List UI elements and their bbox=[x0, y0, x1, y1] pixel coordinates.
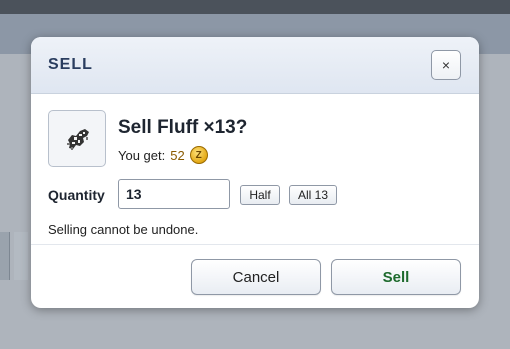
background-slot bbox=[14, 232, 28, 280]
fluff-icon bbox=[67, 128, 89, 150]
all-button[interactable]: All 13 bbox=[289, 185, 337, 205]
quantity-label: Quantity bbox=[48, 187, 105, 203]
item-title: Sell Fluff ×13? bbox=[118, 117, 248, 138]
background-slot bbox=[0, 232, 10, 280]
sell-button[interactable]: Sell bbox=[331, 259, 461, 295]
background-toolbar bbox=[0, 0, 510, 14]
quantity-input[interactable] bbox=[118, 179, 230, 209]
half-button[interactable]: Half bbox=[240, 185, 280, 205]
item-icon-frame bbox=[48, 110, 106, 167]
sell-value: You get: 52 Z bbox=[118, 146, 208, 164]
close-button[interactable]: × bbox=[431, 50, 461, 80]
close-icon: × bbox=[441, 57, 451, 73]
cancel-button[interactable]: Cancel bbox=[191, 259, 321, 295]
warning-text: Selling cannot be undone. bbox=[48, 222, 199, 237]
footer-divider bbox=[31, 244, 479, 245]
you-get-label: You get: bbox=[118, 147, 166, 163]
sell-dialog: SELL × Sell Fluff ×13? You get: 52 Z Qua… bbox=[31, 37, 479, 308]
dialog-header: SELL × bbox=[31, 37, 479, 94]
zeny-coin-icon: Z bbox=[189, 146, 208, 164]
zeny-amount: 52 bbox=[170, 147, 185, 163]
dialog-title: SELL bbox=[48, 56, 93, 73]
